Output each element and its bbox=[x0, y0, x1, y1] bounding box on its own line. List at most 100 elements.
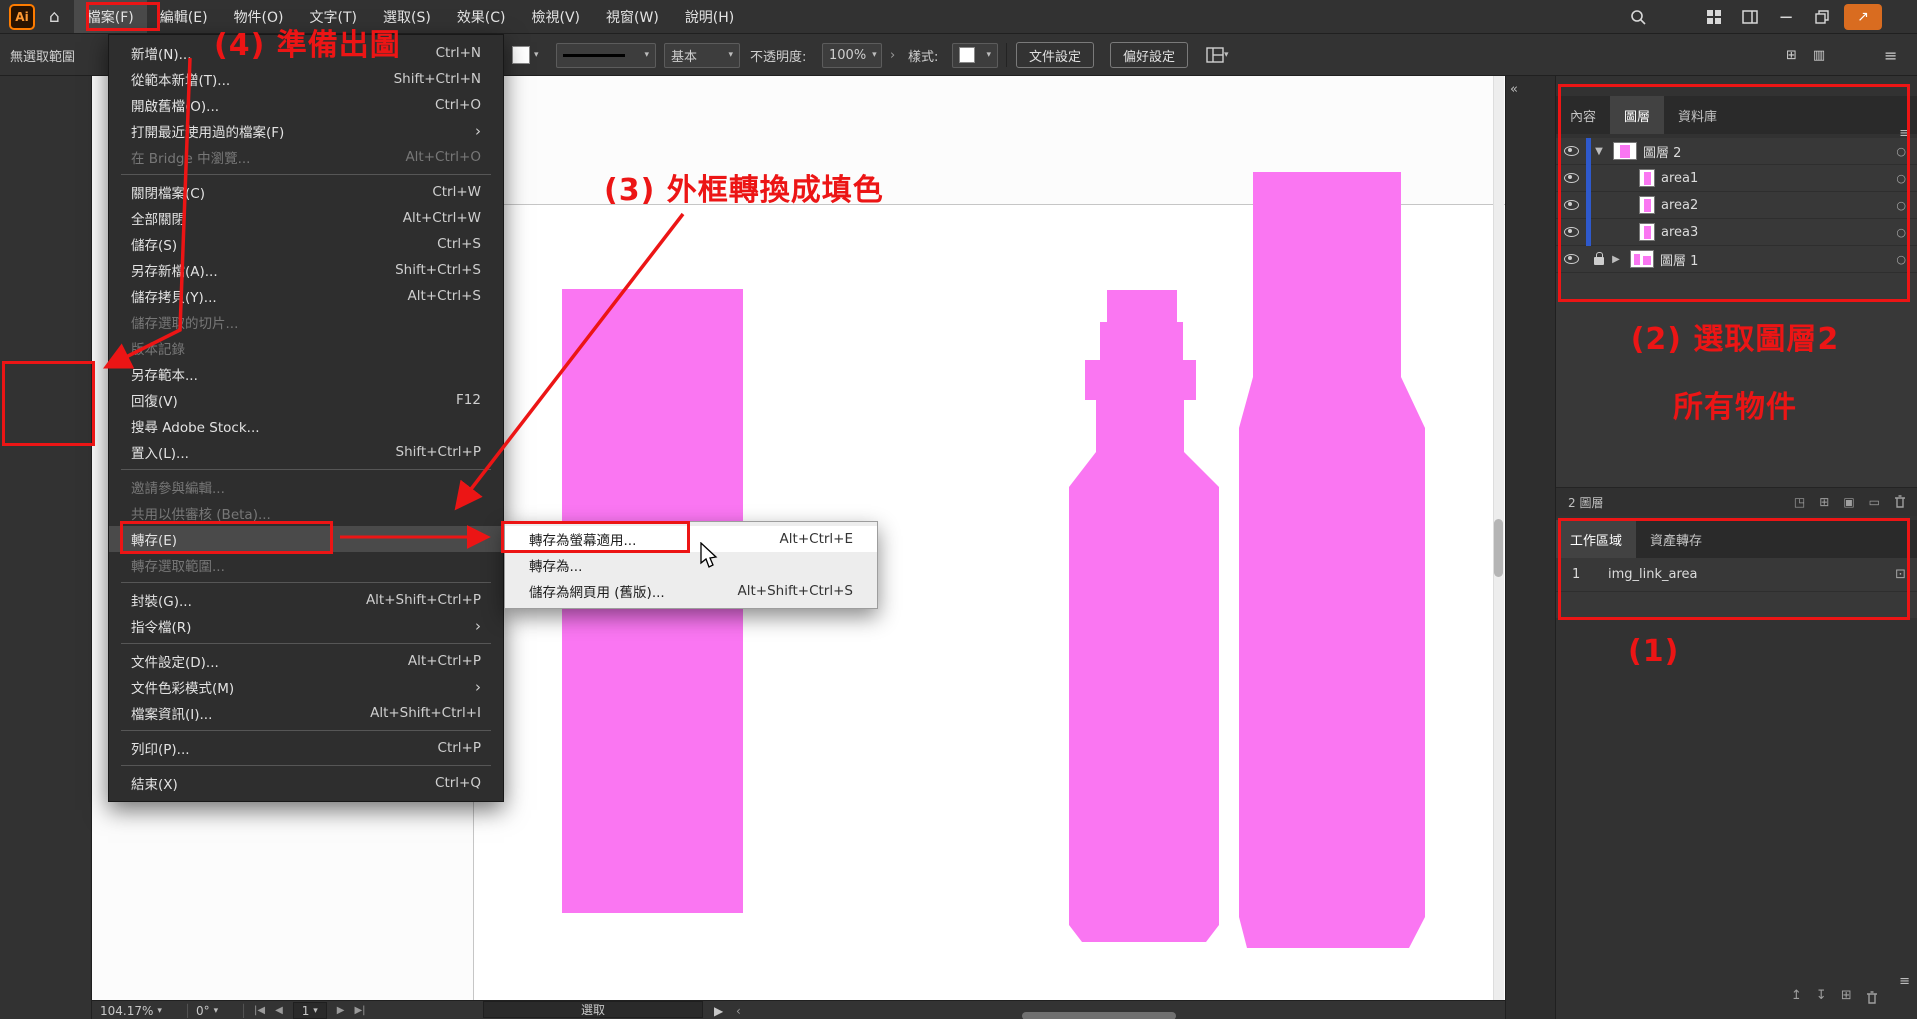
menu-item-save[interactable]: 儲存(S)Ctrl+S bbox=[109, 231, 503, 257]
layer-thumbnail[interactable] bbox=[1630, 250, 1654, 268]
menubar-object[interactable]: 物件(O) bbox=[221, 0, 297, 33]
menu-item-save-a-copy[interactable]: 儲存拷貝(Y)...Alt+Ctrl+S bbox=[109, 283, 503, 309]
object-name[interactable]: area2 bbox=[1661, 198, 1698, 213]
expand-panels-icon[interactable]: « bbox=[1510, 82, 1518, 97]
workspace-panel-icon[interactable] bbox=[1732, 0, 1768, 34]
menu-item-print[interactable]: 列印(P)...Ctrl+P bbox=[109, 735, 503, 761]
shape-bottle-small[interactable] bbox=[1069, 290, 1219, 942]
target-circle-icon[interactable]: ○ bbox=[1896, 226, 1906, 239]
menu-item-save-for-web[interactable]: 儲存為網頁用 (舊版)...Alt+Shift+Ctrl+S bbox=[505, 578, 877, 604]
menubar-effect[interactable]: 效果(C) bbox=[444, 0, 519, 33]
arrange-documents-icon[interactable] bbox=[1696, 0, 1732, 34]
locate-object-icon[interactable]: ◳ bbox=[1794, 495, 1805, 509]
move-down-icon[interactable]: ↧ bbox=[1816, 988, 1827, 1005]
trash-icon[interactable] bbox=[1866, 991, 1878, 1005]
restore-button[interactable] bbox=[1804, 0, 1840, 34]
control-bar-menu-icon[interactable]: ≡ bbox=[1884, 34, 1897, 76]
move-up-icon[interactable]: ↥ bbox=[1791, 988, 1802, 1005]
columns-icon[interactable]: ▥ bbox=[1813, 48, 1825, 63]
align-panel-icon[interactable]: ⊞ bbox=[1786, 48, 1797, 63]
layer-thumbnail[interactable] bbox=[1613, 142, 1637, 160]
close-button[interactable]: ↗ bbox=[1840, 0, 1886, 34]
menu-item-open-recent[interactable]: 打開最近使用過的檔案(F)› bbox=[109, 118, 503, 144]
menu-item-scripts[interactable]: 指令檔(R)› bbox=[109, 613, 503, 639]
object-name[interactable]: area3 bbox=[1661, 225, 1698, 240]
menu-item-close-all[interactable]: 全部關閉Alt+Ctrl+W bbox=[109, 205, 503, 231]
zoom-level[interactable]: 104.17%▾ bbox=[100, 1001, 162, 1019]
object-name[interactable]: area1 bbox=[1661, 171, 1698, 186]
menu-item-save-as[interactable]: 另存新檔(A)...Shift+Ctrl+S bbox=[109, 257, 503, 283]
brush-style-dropdown[interactable]: 基本▾ bbox=[664, 34, 740, 76]
menubar-window[interactable]: 視窗(W) bbox=[593, 0, 672, 33]
object-thumbnail[interactable] bbox=[1639, 223, 1655, 241]
menu-item-export[interactable]: 轉存(E)› bbox=[109, 526, 503, 552]
layer-name[interactable]: 圖層 2 bbox=[1643, 142, 1681, 161]
home-icon[interactable]: ⌂ bbox=[49, 7, 60, 27]
menubar-type[interactable]: 文字(T) bbox=[297, 0, 370, 33]
vertical-scrollbar-thumb[interactable] bbox=[1494, 519, 1503, 577]
menubar-view[interactable]: 檢視(V) bbox=[519, 0, 594, 33]
menu-item-exit[interactable]: 結束(X)Ctrl+Q bbox=[109, 770, 503, 796]
layer-name[interactable]: 圖層 1 bbox=[1660, 250, 1698, 269]
menu-item-new-from-template[interactable]: 從範本新增(T)...Shift+Ctrl+N bbox=[109, 66, 503, 92]
artboard-icon[interactable]: ⊡ bbox=[1895, 567, 1906, 582]
workspace-switcher[interactable]: ▾ bbox=[1206, 34, 1229, 76]
layer-row-area3[interactable]: area3 ○ bbox=[1556, 219, 1917, 246]
tab-asset-export[interactable]: 資產轉存 bbox=[1636, 520, 1716, 558]
expand-chevron-icon[interactable]: ▶ bbox=[1608, 254, 1624, 265]
artboard-row[interactable]: 1 img_link_area ⊡ bbox=[1556, 558, 1917, 592]
preferences-button[interactable]: 偏好設定 bbox=[1110, 34, 1188, 76]
menu-item-package[interactable]: 封裝(G)...Alt+Shift+Ctrl+P bbox=[109, 587, 503, 613]
make-mask-icon[interactable]: ⊞ bbox=[1819, 495, 1829, 509]
status-chevron-icon[interactable]: ‹ bbox=[736, 1001, 741, 1019]
target-circle-icon[interactable]: ○ bbox=[1896, 253, 1906, 266]
tab-layers[interactable]: 圖層 bbox=[1610, 96, 1664, 134]
menu-item-revert[interactable]: 回復(V)F12 bbox=[109, 387, 503, 413]
opacity-dropdown[interactable]: 100%▾ bbox=[822, 34, 882, 76]
menu-item-place[interactable]: 置入(L)...Shift+Ctrl+P bbox=[109, 439, 503, 465]
visibility-eye-icon[interactable] bbox=[1556, 173, 1586, 183]
tab-artboards[interactable]: 工作區域 bbox=[1556, 520, 1636, 558]
delete-layer-icon[interactable] bbox=[1894, 495, 1906, 509]
layer-row-layer1[interactable]: ▶ 圖層 1 ○ bbox=[1556, 246, 1917, 273]
fill-color-dropdown[interactable]: ▾ bbox=[512, 34, 539, 76]
search-icon[interactable] bbox=[1620, 0, 1656, 34]
target-circle-icon[interactable]: ○ bbox=[1896, 145, 1906, 158]
menu-item-export-as[interactable]: 轉存為... bbox=[505, 552, 877, 578]
menubar-file[interactable]: 檔案(F) bbox=[74, 0, 147, 33]
visibility-eye-icon[interactable] bbox=[1556, 200, 1586, 210]
layer-row-area1[interactable]: area1 ○ bbox=[1556, 165, 1917, 192]
lock-icon[interactable] bbox=[1594, 257, 1604, 265]
menu-item-document-color-mode[interactable]: 文件色彩模式(M)› bbox=[109, 674, 503, 700]
menubar-select[interactable]: 選取(S) bbox=[370, 0, 444, 33]
menubar-edit[interactable]: 編輯(E) bbox=[147, 0, 221, 33]
status-indicator[interactable]: 選取 bbox=[483, 1001, 703, 1018]
menu-item-document-setup[interactable]: 文件設定(D)...Alt+Ctrl+P bbox=[109, 648, 503, 674]
visibility-eye-icon[interactable] bbox=[1556, 254, 1586, 264]
horizontal-scrollbar-thumb[interactable] bbox=[1022, 1006, 1176, 1019]
layer-row-area2[interactable]: area2 ○ bbox=[1556, 192, 1917, 219]
artboard-number[interactable]: 1 ▾ bbox=[293, 1002, 327, 1019]
shape-bottle-large[interactable] bbox=[1239, 172, 1425, 948]
opacity-popout-chevron[interactable]: › bbox=[890, 34, 895, 76]
stroke-profile-dropdown[interactable]: ▾ bbox=[556, 34, 656, 76]
status-play-icon[interactable]: ▶ bbox=[714, 1001, 723, 1019]
new-layer-icon[interactable]: ▭ bbox=[1869, 495, 1880, 509]
menu-item-close[interactable]: 關閉檔案(C)Ctrl+W bbox=[109, 179, 503, 205]
object-thumbnail[interactable] bbox=[1639, 196, 1655, 214]
menu-item-save-as-template[interactable]: 另存範本... bbox=[109, 361, 503, 387]
menu-item-search-adobe-stock[interactable]: 搜尋 Adobe Stock... bbox=[109, 413, 503, 439]
collapse-chevron-icon[interactable]: ▼ bbox=[1591, 146, 1607, 157]
artboards-panel-menu-icon[interactable]: ≡ bbox=[1899, 974, 1910, 989]
menu-item-export-for-screens[interactable]: 轉存為螢幕適用...Alt+Ctrl+E bbox=[505, 526, 877, 552]
new-sublayer-icon[interactable]: ▣ bbox=[1843, 495, 1854, 509]
menu-item-new[interactable]: 新增(N)...Ctrl+N bbox=[109, 40, 503, 66]
tab-libraries[interactable]: 資料庫 bbox=[1664, 96, 1731, 134]
artboard-navigation[interactable]: |◀◀ 1 ▾ ▶▶| bbox=[254, 1001, 366, 1019]
menu-item-open[interactable]: 開啟舊檔(O)...Ctrl+O bbox=[109, 92, 503, 118]
visibility-eye-icon[interactable] bbox=[1556, 227, 1586, 237]
object-thumbnail[interactable] bbox=[1639, 169, 1655, 187]
tab-properties[interactable]: 內容 bbox=[1556, 96, 1610, 134]
menubar-help[interactable]: 說明(H) bbox=[672, 0, 747, 33]
menu-item-file-info[interactable]: 檔案資訊(I)...Alt+Shift+Ctrl+I bbox=[109, 700, 503, 726]
